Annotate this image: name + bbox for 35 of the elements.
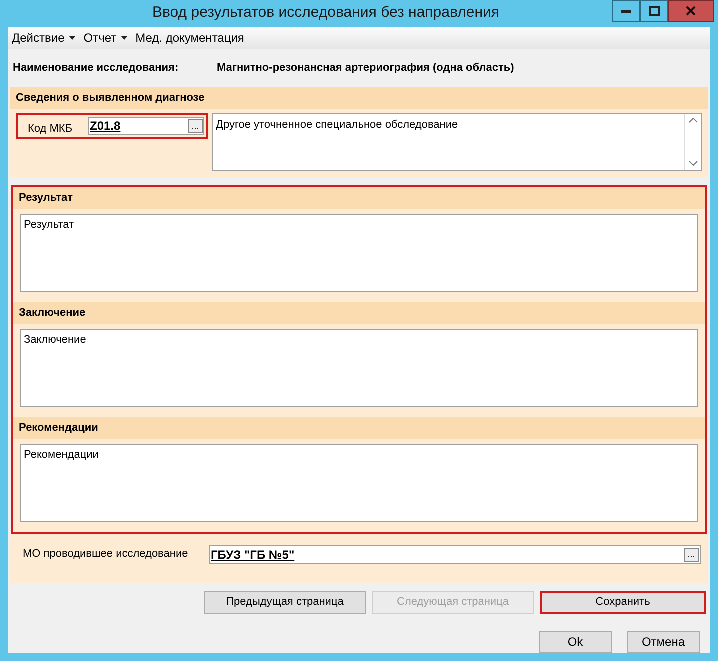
- caret-icon: [68, 36, 76, 40]
- minimize-button[interactable]: [612, 0, 640, 22]
- close-button[interactable]: [668, 0, 714, 22]
- description-field[interactable]: Другое уточненное специальное обследование: [212, 113, 702, 171]
- caret-icon: [120, 36, 128, 40]
- browse-button[interactable]: ...: [188, 119, 203, 133]
- organization-field[interactable]: ГБУЗ "ГБ №5" ...: [209, 545, 701, 564]
- maximize-button[interactable]: [640, 0, 668, 22]
- page-button[interactable]: Сохранить: [540, 591, 706, 614]
- browse-button[interactable]: ...: [684, 548, 699, 562]
- text-area[interactable]: Рекомендации: [20, 444, 698, 522]
- field-label: МО проводившее исследование: [23, 547, 190, 562]
- menu-item[interactable]: Действие: [12, 29, 76, 47]
- text-area[interactable]: Заключение: [20, 329, 698, 407]
- page-button[interactable]: Предыдущая страница: [204, 591, 366, 614]
- section-header: Результат: [13, 187, 705, 209]
- scrollbar[interactable]: [684, 114, 701, 170]
- maximize-icon: [648, 6, 660, 16]
- section-header: Рекомендации: [13, 417, 705, 439]
- scroll-up-icon: [688, 118, 698, 123]
- section-header: Заключение: [13, 302, 705, 324]
- field-label: Код МКБ: [28, 122, 74, 137]
- menu-item[interactable]: Мед. документация: [136, 29, 244, 47]
- menu-item[interactable]: Отчет: [84, 29, 128, 47]
- minimize-icon: [621, 10, 631, 12]
- code-field[interactable]: Z01.8 ...: [88, 117, 204, 135]
- dialog-button[interactable]: Ok: [539, 631, 612, 653]
- text-area[interactable]: Результат: [20, 214, 698, 292]
- window-title: Ввод результатов исследования без направления: [151, 3, 500, 24]
- dialog-button[interactable]: Отмена: [627, 631, 700, 653]
- section-header: Сведения о выявленном диагнозе: [10, 87, 708, 109]
- study-name: Магнитно-резонансная артериография (одна область): [217, 60, 514, 76]
- scroll-down-icon: [688, 161, 698, 166]
- field-label: Наименование исследования:: [13, 60, 180, 76]
- close-icon: [686, 6, 696, 16]
